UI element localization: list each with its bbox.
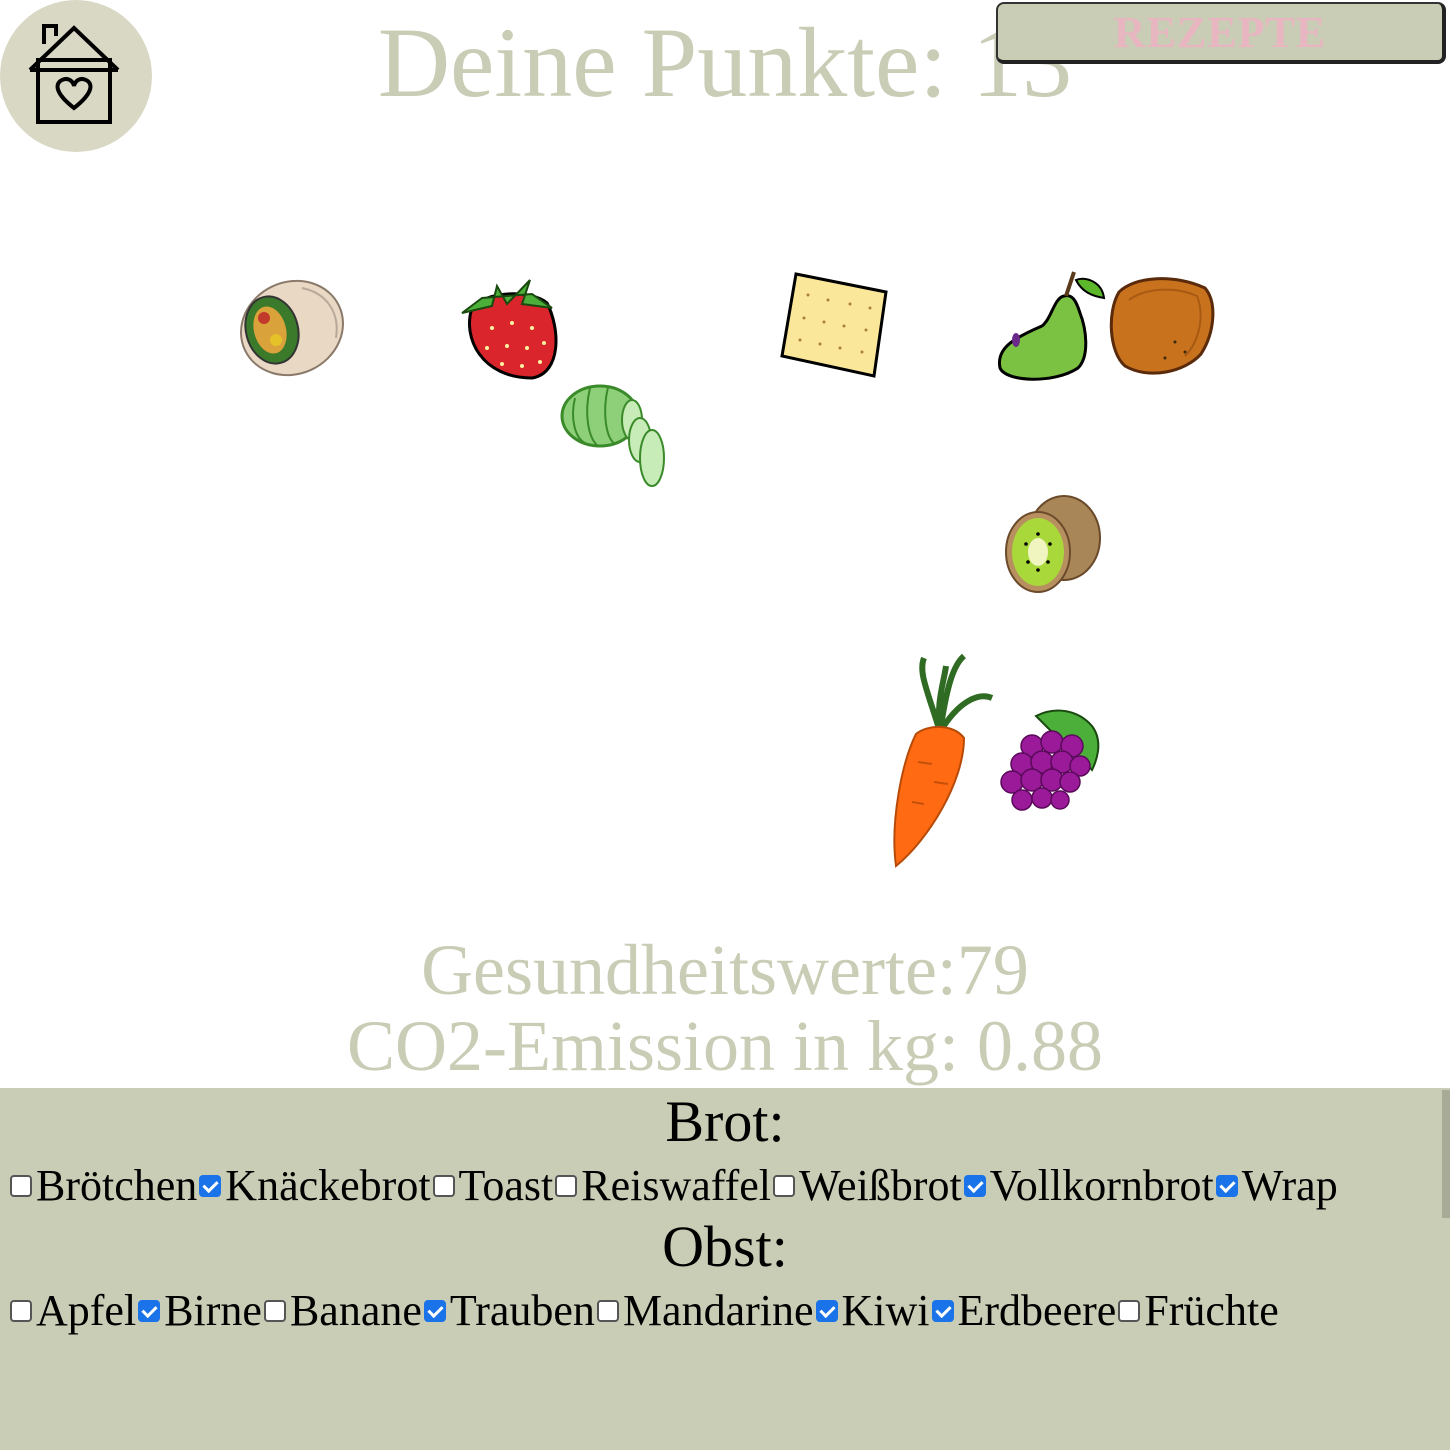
option-label: Banane <box>289 1286 422 1335</box>
option-toast[interactable]: Toast <box>431 1159 554 1213</box>
checkbox[interactable] <box>10 1175 32 1197</box>
option-label: Mandarine <box>622 1286 814 1335</box>
category-options: Apfel Birne Banane Trauben Mandarine Kiwi Erdb… <box>0 1281 1450 1338</box>
kiwi-image <box>1005 495 1101 593</box>
option-label: Weißbrot <box>799 1161 962 1210</box>
health-value: Gesundheitswerte:79 <box>421 930 1029 1010</box>
option-vollkornbrot[interactable]: Vollkornbrot <box>962 1159 1214 1213</box>
option-label: Wrap <box>1241 1161 1338 1210</box>
option-label: Trauben <box>449 1286 595 1335</box>
checkbox[interactable] <box>963 1175 986 1197</box>
scrollbar[interactable] <box>1442 1090 1450 1218</box>
strawberry-image <box>461 279 558 380</box>
option-brötchen[interactable]: Brötchen <box>8 1159 197 1213</box>
checkbox[interactable] <box>555 1175 578 1197</box>
option-apfel[interactable]: Apfel <box>8 1284 136 1338</box>
wholegrain-bread-image <box>1109 277 1215 375</box>
option-früchte[interactable]: Früchte <box>1116 1284 1279 1338</box>
wrap-image <box>240 279 344 377</box>
option-knäckebrot[interactable]: Knäckebrot <box>197 1159 431 1213</box>
option-banane[interactable]: Banane <box>262 1284 422 1338</box>
category-title: Obst: <box>662 1214 788 1279</box>
checkbox[interactable] <box>596 1300 619 1322</box>
option-weißbrot[interactable]: Weißbrot <box>771 1159 962 1213</box>
checkbox[interactable] <box>138 1300 161 1322</box>
category-options: Brötchen Knäckebrot Toast Reiswaffel Weißbro… <box>0 1156 1450 1213</box>
option-label: Reiswaffel <box>581 1161 772 1210</box>
checkbox[interactable] <box>773 1175 796 1197</box>
checkbox[interactable] <box>1215 1175 1238 1197</box>
checkbox[interactable] <box>815 1300 838 1322</box>
checkbox[interactable] <box>199 1175 222 1197</box>
checkbox[interactable] <box>10 1300 32 1322</box>
option-label: Apfel <box>36 1286 137 1335</box>
carrot-image <box>893 653 994 868</box>
option-kiwi[interactable]: Kiwi <box>814 1284 930 1338</box>
option-label: Brötchen <box>36 1161 198 1210</box>
checkbox[interactable] <box>263 1300 286 1322</box>
rezepte-button[interactable]: REZEPTE <box>996 2 1446 64</box>
cucumber-image <box>560 384 665 487</box>
category-title: Brot: <box>665 1089 785 1154</box>
option-wrap[interactable]: Wrap <box>1214 1159 1338 1213</box>
crispbread-image <box>780 272 888 378</box>
option-mandarine[interactable]: Mandarine <box>595 1284 814 1338</box>
option-label: Toast <box>458 1161 554 1210</box>
option-label: Kiwi <box>841 1286 930 1335</box>
checkbox[interactable] <box>931 1300 954 1322</box>
checkbox[interactable] <box>1118 1300 1141 1322</box>
option-label: Knäckebrot <box>225 1161 431 1210</box>
option-label: Erdbeere <box>957 1286 1117 1335</box>
co2-emission: CO2-Emission in kg: 0.88 <box>346 1006 1104 1086</box>
grapes-image <box>1000 709 1100 811</box>
option-birne[interactable]: Birne <box>136 1284 262 1338</box>
option-trauben[interactable]: Trauben <box>422 1284 595 1338</box>
food-selection-panel: Brot: Brötchen Knäckebrot Toast Reiswaffel We… <box>0 1088 1450 1450</box>
option-erdbeere[interactable]: Erdbeere <box>930 1284 1117 1338</box>
checkbox[interactable] <box>432 1175 455 1197</box>
option-label: Birne <box>164 1286 262 1335</box>
pear-image <box>997 271 1106 381</box>
checkbox[interactable] <box>423 1300 446 1322</box>
option-reiswaffel[interactable]: Reiswaffel <box>553 1159 771 1213</box>
option-label: Vollkornbrot <box>989 1161 1214 1210</box>
option-label: Früchte <box>1144 1286 1279 1335</box>
